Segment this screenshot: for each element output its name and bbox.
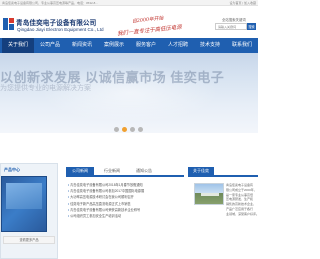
nav-item-jobs[interactable]: 人才招聘 xyxy=(162,38,194,53)
tab-notices[interactable]: 通知公告 xyxy=(130,167,158,175)
banner-pagination xyxy=(114,127,143,132)
banner-dot-active[interactable] xyxy=(122,127,127,132)
search-label: 全站搜索关键词 xyxy=(222,18,246,22)
company-name-en: Qingdao Jiayi Electron Equipment Co., Lt… xyxy=(17,27,104,32)
news-tabs: 公司新闻 行业新闻 通知公告 xyxy=(66,167,184,177)
search-input[interactable] xyxy=(215,23,247,30)
banner-dot[interactable] xyxy=(138,127,143,132)
main-content: 产品中心 查看更多产品 公司新闻 行业新闻 通知公告 青岛佳奕电子设备有限公司2… xyxy=(0,133,258,259)
search-button[interactable]: 搜索 xyxy=(247,23,256,30)
about-line: 业领域，深受客户好评。 xyxy=(226,211,258,216)
slogan-line-1: 自2000年开始 xyxy=(131,16,164,25)
about-image[interactable] xyxy=(194,183,224,205)
product-center: 产品中心 查看更多产品 xyxy=(0,163,58,259)
nav-item-news[interactable]: 新闻资讯 xyxy=(66,38,98,53)
company-logo-icon[interactable] xyxy=(2,16,16,32)
banner-dot[interactable] xyxy=(130,127,135,132)
about-tabs: 关于佳奕 xyxy=(188,167,258,177)
company-name-cn: 青岛佳奕电子设备有限公司 xyxy=(16,20,97,27)
banner-subtitle: 为您提供专业的电源解决方案 xyxy=(0,85,91,92)
tab-about-company[interactable]: 关于佳奕 xyxy=(188,167,214,175)
nav-item-service[interactable]: 服务客户 xyxy=(130,38,162,53)
main-nav: 关于我们 公司产品 新闻资讯 案例展示 服务客户 人才招聘 技术支持 联系我们 xyxy=(0,38,258,53)
slogan-line-2: 我们一直专注于高低压电源 xyxy=(116,24,182,38)
site-header: 青岛佳奕电子设备有限公司 Qingdao Jiayi Electron Equi… xyxy=(0,6,258,38)
news-list: 青岛佳奕电子设备有限公司2018年1月春节放假通知 青岛佳奕电子设备有限公司参加… xyxy=(68,182,186,219)
nav-item-contact[interactable]: 联系我们 xyxy=(226,38,258,53)
about-text: 青岛佳奕电子设备有 限公司成立于2000年， 是一家专业从事高低 压电源研发、生… xyxy=(226,183,258,217)
product-center-title: 产品中心 xyxy=(4,167,20,172)
nav-item-about[interactable]: 关于我们 xyxy=(2,38,34,53)
tab-company-news[interactable]: 公司新闻 xyxy=(66,167,94,175)
nav-item-cases[interactable]: 案例展示 xyxy=(98,38,130,53)
hero-banner[interactable]: 以创新求发展 以诚信赢市场 佳奕电子 为您提供专业的电源解决方案 xyxy=(0,53,258,133)
product-image[interactable] xyxy=(1,176,47,232)
tab-industry-news[interactable]: 行业新闻 xyxy=(98,167,126,175)
topbar-welcome-text: 青岛佳奕电子设备有限公司，专业从事高压电源等产品，电话：0532-8… xyxy=(2,1,99,5)
news-item[interactable]: 公司组织员工参加安全生产培训活动 xyxy=(68,213,186,219)
topbar-links[interactable]: 设为首页 | 加入收藏 xyxy=(230,1,256,5)
more-products-button[interactable]: 查看更多产品 xyxy=(3,236,55,244)
nav-item-support[interactable]: 技术支持 xyxy=(194,38,226,53)
nav-item-products[interactable]: 公司产品 xyxy=(34,38,66,53)
product-screen xyxy=(6,183,42,209)
about-line: 限公司成立于2000年， xyxy=(226,187,257,192)
banner-dot[interactable] xyxy=(114,127,119,132)
